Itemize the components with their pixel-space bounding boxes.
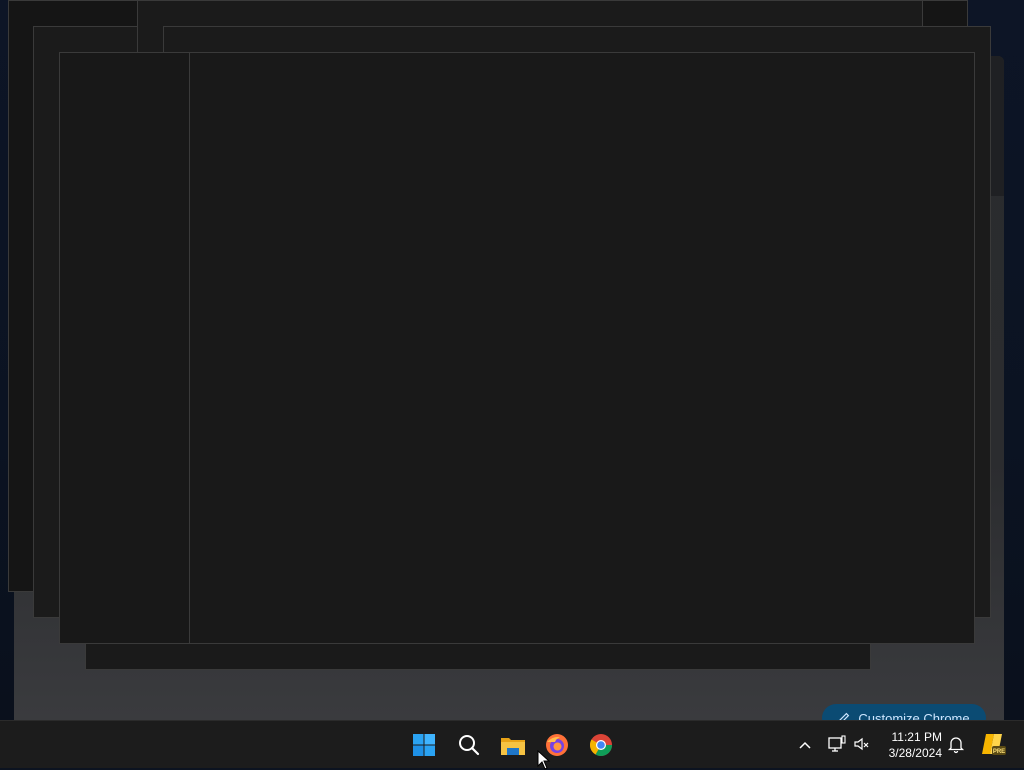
taskbar: 11:21 PM 3/28/2024 PRE xyxy=(0,720,1024,768)
folder-icon xyxy=(501,738,525,755)
customize-chrome-label: Customize Chrome xyxy=(858,710,970,721)
windows-logo-icon xyxy=(413,734,435,756)
copilot-badge: PRE xyxy=(993,749,1005,755)
chrome-button[interactable] xyxy=(583,727,619,763)
taskbar-clock[interactable]: 11:21 PM 3/28/2024 xyxy=(878,729,942,761)
copilot-icon[interactable]: PRE xyxy=(980,731,1006,757)
start-button[interactable] xyxy=(406,727,442,763)
chrome-icon xyxy=(590,734,612,756)
clock-date: 3/28/2024 xyxy=(888,746,942,760)
chevron-up-icon[interactable] xyxy=(795,735,815,755)
desktop: Customize Chrome ew 157 xyxy=(0,0,1024,720)
volume-muted-icon[interactable] xyxy=(852,734,872,754)
search-button[interactable] xyxy=(451,727,487,763)
customize-chrome-button[interactable]: Customize Chrome xyxy=(822,704,986,720)
network-icon[interactable] xyxy=(827,734,847,754)
window-frame-ghost xyxy=(189,52,975,644)
notification-bell-icon[interactable] xyxy=(946,734,966,754)
file-explorer-button[interactable] xyxy=(495,727,531,763)
search-icon xyxy=(459,735,480,756)
clock-time: 11:21 PM xyxy=(891,730,942,744)
mouse-cursor-icon xyxy=(537,750,551,770)
pencil-icon xyxy=(839,712,850,720)
